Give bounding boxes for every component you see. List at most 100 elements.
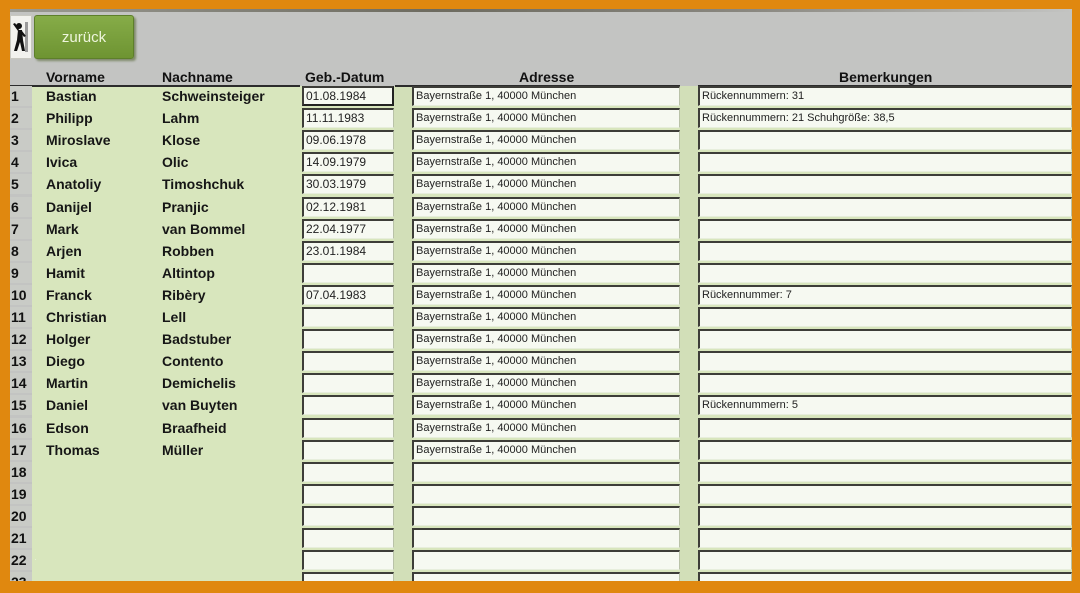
cell-nachname: Ribèry [162,287,206,303]
address-field[interactable] [412,572,680,581]
cell-vorname: Anatoliy [46,176,102,192]
remarks-field[interactable] [698,440,1072,460]
remarks-field[interactable] [698,506,1072,526]
birthdate-field[interactable]: 22.04.1977 [302,219,394,239]
row-number: 17 [10,440,32,460]
birthdate-field[interactable] [302,550,394,570]
app-window: zurück Vorname Nachname Geb.-Datum Adres… [10,9,1072,581]
address-field[interactable]: Bayernstraße 1, 40000 München [412,329,680,349]
remarks-field[interactable] [698,484,1072,504]
row-number: 13 [10,351,32,371]
row-number: 16 [10,418,32,438]
cell-nachname: Robben [162,243,215,259]
address-field[interactable] [412,528,680,548]
address-field[interactable]: Bayernstraße 1, 40000 München [412,307,680,327]
cell-vorname: Christian [46,309,107,325]
cell-vorname: Bastian [46,88,97,104]
row-number: 6 [10,197,32,217]
remarks-field[interactable]: Rückennummer: 7 [698,285,1072,305]
back-control[interactable]: zurück [10,15,134,65]
row-number: 19 [10,484,32,504]
remarks-field[interactable] [698,130,1072,150]
birthdate-field[interactable]: 02.12.1981 [302,197,394,217]
remarks-field[interactable] [698,329,1072,349]
remarks-field[interactable] [698,263,1072,283]
address-field[interactable]: Bayernstraße 1, 40000 München [412,373,680,393]
cell-nachname: Altintop [162,265,215,281]
birthdate-field[interactable] [302,572,394,581]
cell-vorname: Ivica [46,154,78,170]
header-geburtsdatum: Geb.-Datum [305,69,385,85]
address-field[interactable] [412,550,680,570]
address-field[interactable] [412,506,680,526]
row-number: 11 [10,307,32,327]
remarks-field[interactable] [698,528,1072,548]
address-field[interactable] [412,462,680,482]
address-field[interactable]: Bayernstraße 1, 40000 München [412,351,680,371]
birthdate-field[interactable] [302,440,394,460]
remarks-field[interactable] [698,307,1072,327]
birthdate-field[interactable] [302,329,394,349]
row-number: 14 [10,373,32,393]
birthdate-field[interactable] [302,418,394,438]
birthdate-field[interactable] [302,395,394,415]
remarks-field[interactable] [698,550,1072,570]
birthdate-field[interactable]: 30.03.1979 [302,174,394,194]
birthdate-field[interactable] [302,351,394,371]
birthdate-field[interactable] [302,462,394,482]
cell-vorname: Edson [46,420,89,436]
remarks-field[interactable] [698,462,1072,482]
remarks-field[interactable] [698,572,1072,581]
birthdate-field[interactable] [302,506,394,526]
remarks-field[interactable]: Rückennummern: 5 [698,395,1072,415]
address-field[interactable]: Bayernstraße 1, 40000 München [412,263,680,283]
remarks-field[interactable] [698,152,1072,172]
birthdate-field[interactable] [302,263,394,283]
remarks-field[interactable] [698,418,1072,438]
birthdate-field[interactable]: 14.09.1979 [302,152,394,172]
birthdate-field[interactable] [302,484,394,504]
cell-vorname: Diego [46,353,85,369]
cell-vorname: Danijel [46,199,92,215]
top-divider [10,9,1072,12]
address-field[interactable]: Bayernstraße 1, 40000 München [412,395,680,415]
remarks-field[interactable] [698,219,1072,239]
birthdate-field[interactable] [302,528,394,548]
address-field[interactable] [412,484,680,504]
remarks-field[interactable]: Rückennummern: 21 Schuhgröße: 38,5 [698,108,1072,128]
birthdate-field[interactable]: 07.04.1983 [302,285,394,305]
address-field[interactable]: Bayernstraße 1, 40000 München [412,241,680,261]
remarks-field[interactable] [698,373,1072,393]
remarks-field[interactable]: Rückennummern: 31 [698,86,1072,106]
cell-nachname: Pranjic [162,199,209,215]
address-field[interactable]: Bayernstraße 1, 40000 München [412,152,680,172]
birthdate-field[interactable]: 01.08.1984 [302,86,394,106]
address-field[interactable]: Bayernstraße 1, 40000 München [412,86,680,106]
address-field[interactable]: Bayernstraße 1, 40000 München [412,285,680,305]
cell-nachname: Timoshchuk [162,176,245,192]
address-field[interactable]: Bayernstraße 1, 40000 München [412,197,680,217]
birthdate-field[interactable] [302,373,394,393]
address-field[interactable]: Bayernstraße 1, 40000 München [412,174,680,194]
cell-nachname: van Bommel [162,221,246,237]
back-button[interactable]: zurück [34,15,134,59]
remarks-field[interactable] [698,241,1072,261]
remarks-field[interactable] [698,351,1072,371]
address-field[interactable]: Bayernstraße 1, 40000 München [412,440,680,460]
remarks-field[interactable] [698,174,1072,194]
row-number: 10 [10,285,32,305]
address-field[interactable]: Bayernstraße 1, 40000 München [412,418,680,438]
address-field[interactable]: Bayernstraße 1, 40000 München [412,219,680,239]
birthdate-field[interactable] [302,307,394,327]
cell-nachname: Olic [162,154,189,170]
birthdate-field[interactable]: 09.06.1978 [302,130,394,150]
address-field[interactable]: Bayernstraße 1, 40000 München [412,130,680,150]
remarks-field[interactable] [698,197,1072,217]
exit-person-icon[interactable] [10,15,32,59]
birthdate-field[interactable]: 11.11.1983 [302,108,394,128]
row-number: 23 [10,572,32,581]
header-vorname: Vorname [46,69,105,85]
birthdate-field[interactable]: 23.01.1984 [302,241,394,261]
address-field[interactable]: Bayernstraße 1, 40000 München [412,108,680,128]
row-number: 18 [10,462,32,482]
